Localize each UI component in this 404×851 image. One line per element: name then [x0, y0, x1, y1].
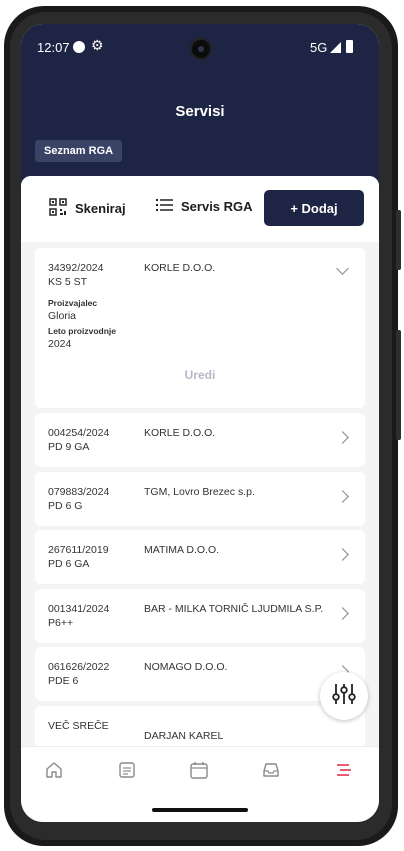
producer-value: Gloria	[48, 310, 77, 322]
year-label: Leto proizvodnje	[48, 326, 116, 336]
record-number: 267611/2019	[48, 544, 109, 556]
year-value: 2024	[48, 338, 72, 350]
record-number: VEČ SREČE	[48, 720, 109, 732]
network-type: 5G	[310, 40, 328, 55]
record-company: BAR - MILKA TORNIČ LJUDMILA S.P.	[144, 603, 324, 615]
chevron-right-icon	[336, 607, 349, 620]
servis-rga-button[interactable]: Servis RGA	[156, 198, 253, 215]
record-number: 004254/2024	[48, 427, 110, 439]
calendar-icon[interactable]	[190, 761, 210, 781]
record-model: P6++	[48, 617, 74, 629]
inbox-icon[interactable]	[262, 761, 282, 781]
record-company: TGM, Lovro Brezec s.p.	[144, 486, 255, 498]
toolbar: Skeniraj Servis RGA + Dodaj	[21, 176, 379, 242]
chevron-right-icon	[336, 548, 349, 561]
record-model: PD 6 GA	[48, 558, 90, 570]
status-time: 12:07	[37, 40, 70, 55]
record-company: KORLE D.O.O.	[144, 262, 216, 274]
record-model: PDE 6	[48, 675, 79, 687]
chevron-right-icon	[336, 490, 349, 503]
list-item[interactable]: 001341/2024 P6++ BAR - MILKA TORNIČ LJUD…	[35, 589, 365, 643]
record-number: 001341/2024	[48, 603, 110, 615]
volume-button	[396, 330, 401, 440]
battery-icon	[346, 40, 353, 53]
list-chip[interactable]: Seznam RGA	[35, 140, 123, 162]
record-company: MATIMA D.O.O.	[144, 544, 220, 556]
record-company: DARJAN KAREL	[144, 730, 224, 742]
qr-scan-icon	[49, 198, 67, 219]
signal-icon	[330, 42, 341, 53]
record-number: 079883/2024	[48, 486, 110, 498]
page-title: Servisi	[175, 103, 225, 120]
home-icon[interactable]	[45, 761, 65, 781]
list-item-expanded[interactable]: 34392/2024 KS 5 ST KORLE D.O.O. Proizvaj…	[35, 248, 365, 408]
list-icon	[156, 198, 173, 215]
record-model: KS 5 ST	[48, 276, 88, 288]
filter-sliders-icon	[332, 683, 356, 710]
list-item[interactable]: 061626/2022 PDE 6 NOMAGO D.O.O.	[35, 647, 365, 701]
power-button	[396, 210, 401, 270]
document-icon[interactable]	[118, 761, 138, 781]
producer-label: Proizvajalec	[48, 298, 98, 308]
filter-fab[interactable]	[320, 672, 368, 720]
chevron-right-icon	[336, 431, 349, 444]
record-model: PD 9 GA	[48, 441, 90, 453]
notification-dot-icon	[73, 41, 85, 53]
edit-button[interactable]: Uredi	[35, 368, 365, 382]
status-bar: 12:07 ⚙ 5G	[21, 24, 379, 72]
list-item[interactable]: 004254/2024 PD 9 GA KORLE D.O.O.	[35, 413, 365, 467]
list-item[interactable]: VEČ SREČE DARJAN KAREL	[35, 706, 365, 746]
record-model: PD 6 G	[48, 500, 83, 512]
home-indicator[interactable]	[152, 808, 248, 812]
record-company: KORLE D.O.O.	[144, 427, 216, 439]
front-camera	[190, 38, 212, 60]
add-button[interactable]: + Dodaj	[264, 190, 364, 226]
record-company: NOMAGO D.O.O.	[144, 661, 228, 673]
list-item[interactable]: 267611/2019 PD 6 GA MATIMA D.O.O.	[35, 530, 365, 584]
scan-button[interactable]: Skeniraj	[49, 198, 126, 219]
list-item[interactable]: 079883/2024 PD 6 G TGM, Lovro Brezec s.p…	[35, 472, 365, 526]
scan-label: Skeniraj	[75, 201, 126, 216]
screen: 12:07 ⚙ 5G Servisi Seznam RGA Skeniraj S…	[21, 24, 379, 822]
settings-status-icon: ⚙	[91, 37, 104, 53]
chevron-down-icon[interactable]	[336, 262, 349, 275]
record-number: 061626/2022	[48, 661, 110, 673]
content-panel: Skeniraj Servis RGA + Dodaj 34392/2024 K…	[21, 176, 379, 746]
menu-icon[interactable]	[335, 761, 355, 781]
record-number: 34392/2024	[48, 262, 104, 274]
bottom-nav	[21, 746, 379, 796]
servis-rga-label: Servis RGA	[181, 199, 253, 214]
